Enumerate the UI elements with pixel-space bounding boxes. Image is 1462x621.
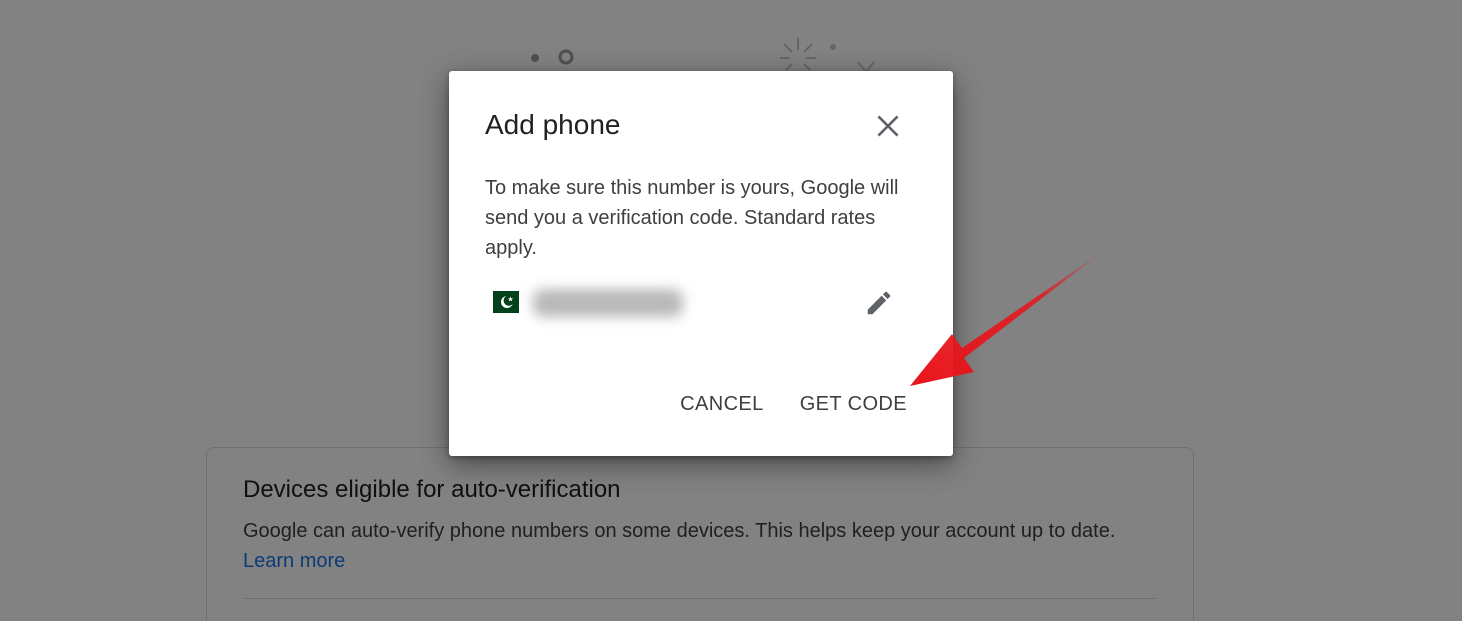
dialog-title: Add phone <box>485 109 621 140</box>
close-icon <box>877 115 899 137</box>
edit-phone-button[interactable] <box>861 285 897 321</box>
get-code-button[interactable]: GET CODE <box>800 393 907 416</box>
add-phone-dialog: Add phone To make sure this number is yo… <box>449 71 953 456</box>
redacted-phone-number <box>533 289 683 317</box>
pencil-icon <box>867 291 891 315</box>
close-button[interactable] <box>870 108 906 144</box>
cancel-button[interactable]: CANCEL <box>680 393 764 416</box>
dialog-actions: CANCEL GET CODE <box>680 393 907 416</box>
phone-number-row <box>485 283 915 323</box>
dialog-description: To make sure this number is yours, Googl… <box>485 177 899 259</box>
pakistan-flag-icon <box>493 291 519 313</box>
